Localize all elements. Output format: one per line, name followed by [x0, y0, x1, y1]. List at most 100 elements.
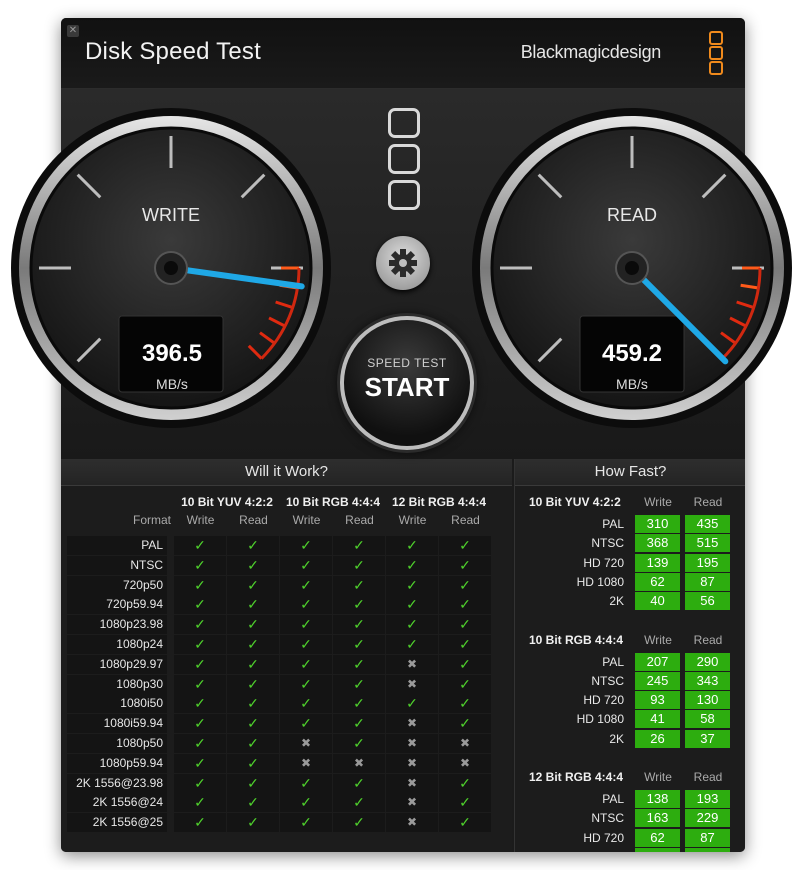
check-icon: ✓: [439, 536, 491, 555]
write-speed-value: 207: [635, 652, 680, 671]
cross-icon: ✖: [386, 773, 438, 793]
subcolumn-header: Write: [186, 513, 215, 527]
check-icon: ✓: [333, 595, 385, 615]
check-icon: ✓: [386, 635, 438, 654]
check-icon: ✓: [439, 555, 491, 575]
check-icon: ✓: [174, 615, 226, 635]
gauge-hub-center: [625, 261, 639, 275]
write-readout: 396.5 MB/s: [122, 340, 222, 392]
format-label: 1080p24: [67, 635, 167, 654]
subcolumn-header: Read: [239, 513, 268, 527]
check-icon: ✓: [227, 555, 279, 575]
format-label: NTSC: [67, 555, 167, 575]
check-icon: ✓: [333, 714, 385, 734]
check-icon: ✓: [439, 674, 491, 694]
write-speed-value: 310: [635, 515, 680, 533]
format-label: 2K 1556@24: [67, 793, 167, 813]
check-icon: ✓: [227, 694, 279, 714]
check-icon: ✓: [439, 595, 491, 615]
check-icon: ✓: [227, 575, 279, 595]
check-icon: ✓: [439, 793, 491, 813]
check-icon: ✓: [439, 654, 491, 674]
read-readout: 459.2 MB/s: [582, 340, 682, 392]
check-icon: ✓: [174, 753, 226, 773]
write-column-header: Write: [644, 632, 672, 647]
group-header: 12 Bit RGB 4:4:4: [391, 495, 487, 509]
cross-icon: ✖: [280, 734, 332, 753]
check-icon: ✓: [280, 674, 332, 694]
check-icon: ✓: [439, 813, 491, 833]
write-speed-value: 93: [635, 691, 680, 710]
logo-square-icon: [388, 144, 420, 174]
write-speed-value: 245: [635, 671, 680, 690]
format-label: 1080i59.94: [67, 714, 167, 734]
check-icon: ✓: [227, 793, 279, 813]
write-unit: MB/s: [156, 376, 188, 392]
read-unit: MB/s: [616, 376, 648, 392]
speed-format-label: HD 720: [583, 830, 624, 845]
check-icon: ✓: [280, 694, 332, 714]
read-speed-value: 515: [685, 534, 730, 553]
read-speed-value: 229: [685, 809, 730, 828]
subcolumn-header: Read: [345, 513, 374, 527]
gear-icon: [389, 249, 417, 277]
format-label: 2K 1556@25: [67, 813, 167, 833]
speed-group-header: 10 Bit YUV 4:2:2: [529, 495, 621, 509]
read-speed-value: 37: [685, 729, 730, 748]
speed-group-header: 10 Bit RGB 4:4:4: [529, 632, 624, 647]
write-column-header: Write: [644, 770, 672, 784]
write-speed-value: 40: [635, 592, 680, 611]
check-icon: ✓: [386, 595, 438, 615]
check-icon: ✓: [174, 575, 226, 595]
check-icon: ✓: [439, 575, 491, 595]
cross-icon: ✖: [386, 793, 438, 813]
speed-format-label: PAL: [602, 517, 624, 531]
check-icon: ✓: [386, 536, 438, 555]
speed-format-label: NTSC: [591, 673, 624, 688]
check-icon: ✓: [227, 813, 279, 833]
close-icon[interactable]: ✕: [67, 25, 79, 37]
check-icon: ✓: [333, 555, 385, 575]
check-icon: ✓: [227, 615, 279, 635]
write-speed-value: 139: [635, 553, 680, 572]
write-speed-value: 26: [635, 729, 680, 748]
check-icon: ✓: [227, 536, 279, 555]
check-icon: ✓: [227, 734, 279, 753]
subcolumn-header: Read: [451, 513, 480, 527]
format-label: 720p59.94: [67, 595, 167, 615]
read-speed-value: 343: [685, 671, 730, 690]
check-icon: ✓: [174, 773, 226, 793]
check-icon: ✓: [280, 615, 332, 635]
write-speed-value: 138: [635, 790, 680, 808]
read-label: READ: [606, 205, 657, 225]
format-label: 1080i50: [67, 694, 167, 714]
brand-name: Blackmagicdesign: [520, 42, 662, 62]
read-speed-value: 38: [685, 847, 730, 852]
check-icon: ✓: [280, 536, 332, 555]
cross-icon: ✖: [280, 753, 332, 773]
check-icon: ✓: [174, 674, 226, 694]
check-icon: ✓: [174, 595, 226, 615]
start-button[interactable]: SPEED TEST START: [340, 316, 474, 450]
write-speed-value: 41: [635, 710, 680, 729]
check-icon: ✓: [439, 615, 491, 635]
check-icon: ✓: [333, 536, 385, 555]
write-column-header: Write: [644, 495, 672, 509]
check-icon: ✓: [280, 813, 332, 833]
check-icon: ✓: [386, 555, 438, 575]
read-speed-value: 290: [685, 652, 730, 671]
check-icon: ✓: [333, 575, 385, 595]
will-it-work-title: Will it Work?: [61, 459, 512, 486]
speed-format-label: HD 720: [583, 693, 624, 708]
check-icon: ✓: [333, 635, 385, 654]
cross-icon: ✖: [439, 753, 491, 773]
group-header: 10 Bit YUV 4:2:2: [181, 495, 273, 509]
check-icon: ✓: [333, 694, 385, 714]
check-icon: ✓: [386, 575, 438, 595]
settings-button[interactable]: [376, 236, 430, 290]
check-icon: ✓: [174, 714, 226, 734]
check-icon: ✓: [333, 813, 385, 833]
check-icon: ✓: [333, 793, 385, 813]
speed-format-label: 2K: [609, 731, 624, 746]
subcolumn-header: Write: [398, 513, 427, 527]
